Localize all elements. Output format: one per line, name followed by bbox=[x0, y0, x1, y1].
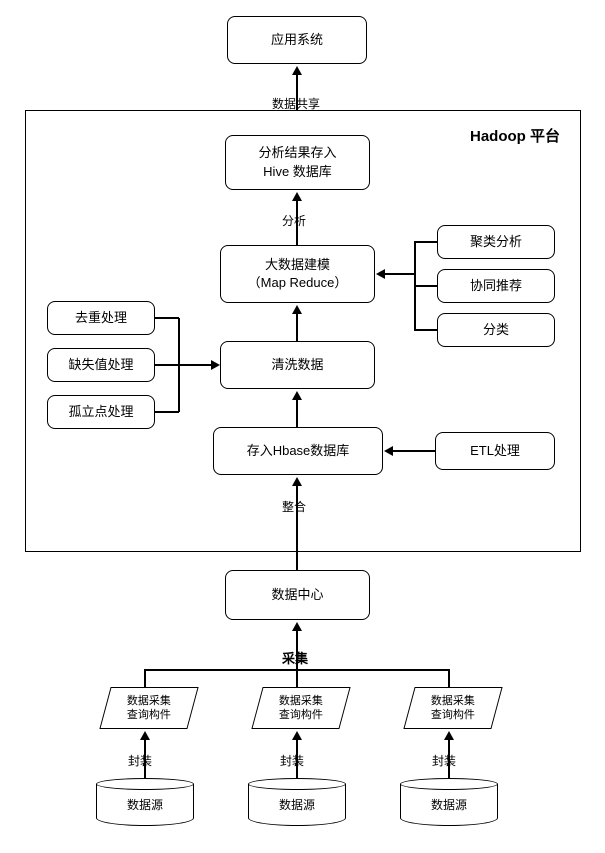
data-source-1: 数据源 bbox=[96, 778, 194, 826]
dedup-label: 去重处理 bbox=[75, 309, 127, 327]
arrow-head-up bbox=[292, 622, 302, 631]
classify-box: 分类 bbox=[437, 313, 555, 347]
arrow-head-up bbox=[292, 391, 302, 400]
collector-box-2: 数据采集 查询构件 bbox=[251, 687, 350, 729]
arrow-head-right bbox=[211, 360, 220, 370]
modeling-box: 大数据建模 （Map Reduce） bbox=[220, 245, 375, 303]
connector-line bbox=[178, 364, 211, 366]
hive-result-label: 分析结果存入 Hive 数据库 bbox=[258, 144, 336, 180]
outlier-box: 孤立点处理 bbox=[47, 395, 155, 429]
data-center-label: 数据中心 bbox=[271, 586, 323, 604]
application-system-box: 应用系统 bbox=[227, 16, 367, 64]
encapsulate-label-2: 封装 bbox=[280, 752, 304, 769]
hive-result-box: 分析结果存入 Hive 数据库 bbox=[225, 135, 370, 190]
arrow-head-up bbox=[140, 731, 150, 740]
clean-data-box: 清洗数据 bbox=[220, 341, 375, 389]
outlier-label: 孤立点处理 bbox=[68, 403, 133, 421]
missing-box: 缺失值处理 bbox=[47, 348, 155, 382]
arrow-head-up bbox=[292, 66, 302, 75]
connector-line bbox=[392, 450, 435, 452]
collector-box-1: 数据采集 查询构件 bbox=[99, 687, 198, 729]
arrow-head-left bbox=[376, 269, 385, 279]
arrow-line bbox=[296, 532, 298, 570]
collector-box-3: 数据采集 查询构件 bbox=[403, 687, 502, 729]
etl-box: ETL处理 bbox=[435, 432, 555, 470]
dedup-box: 去重处理 bbox=[47, 301, 155, 335]
connector-line bbox=[448, 669, 450, 687]
recommend-box: 协同推荐 bbox=[437, 269, 555, 303]
arrow-line bbox=[296, 398, 298, 427]
arrow-head-up bbox=[292, 731, 302, 740]
arrow-head-up bbox=[292, 192, 302, 201]
classify-label: 分类 bbox=[483, 321, 509, 339]
collector-label-2: 数据采集 查询构件 bbox=[279, 694, 323, 723]
connector-line bbox=[155, 317, 179, 319]
connector-line bbox=[414, 329, 438, 331]
connector-line bbox=[384, 273, 415, 275]
data-source-label-1: 数据源 bbox=[127, 796, 163, 813]
analyze-label: 分析 bbox=[282, 212, 306, 229]
modeling-label: 大数据建模 （Map Reduce） bbox=[248, 256, 348, 292]
integrate-label: 整合 bbox=[282, 498, 306, 515]
data-center-box: 数据中心 bbox=[225, 570, 370, 620]
clean-data-label: 清洗数据 bbox=[271, 356, 323, 374]
hbase-label: 存入Hbase数据库 bbox=[247, 442, 350, 460]
arrow-head-left bbox=[384, 446, 393, 456]
collector-label-3: 数据采集 查询构件 bbox=[431, 694, 475, 723]
connector-line bbox=[144, 669, 146, 687]
etl-label: ETL处理 bbox=[470, 442, 520, 460]
encapsulate-label-3: 封装 bbox=[432, 752, 456, 769]
connector-line bbox=[296, 669, 298, 687]
connector-line bbox=[414, 285, 438, 287]
arrow-line bbox=[296, 312, 298, 341]
encapsulate-label-1: 封装 bbox=[128, 752, 152, 769]
data-source-2: 数据源 bbox=[248, 778, 346, 826]
hbase-box: 存入Hbase数据库 bbox=[213, 427, 383, 475]
missing-label: 缺失值处理 bbox=[68, 356, 133, 374]
arrow-head-up bbox=[444, 731, 454, 740]
cluster-box: 聚类分析 bbox=[437, 225, 555, 259]
connector-line bbox=[155, 364, 179, 366]
data-source-label-2: 数据源 bbox=[279, 796, 315, 813]
arrow-head-up bbox=[292, 305, 302, 314]
collect-label: 采集 bbox=[282, 648, 308, 667]
arrow-head-up bbox=[292, 477, 302, 486]
hadoop-platform-label: Hadoop 平台 bbox=[470, 125, 560, 146]
connector-line bbox=[155, 411, 179, 413]
data-source-label-3: 数据源 bbox=[431, 796, 467, 813]
data-source-3: 数据源 bbox=[400, 778, 498, 826]
connector-line bbox=[414, 241, 438, 243]
recommend-label: 协同推荐 bbox=[470, 277, 522, 295]
collector-label-1: 数据采集 查询构件 bbox=[127, 694, 171, 723]
application-system-label: 应用系统 bbox=[271, 31, 323, 49]
cluster-label: 聚类分析 bbox=[470, 233, 522, 251]
